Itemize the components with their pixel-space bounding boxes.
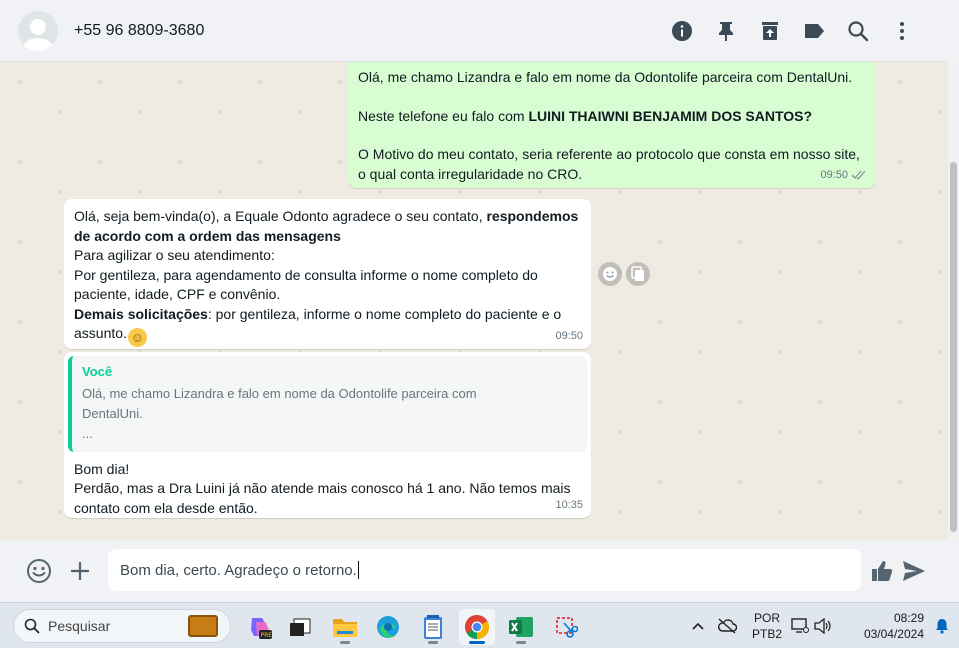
emoji-icon[interactable]: [19, 551, 59, 591]
message-composer: Bom dia, certo. Agradeço o retorno.: [0, 540, 948, 602]
message-text-normal: Neste telefone eu falo com: [358, 107, 529, 124]
header-actions: [660, 0, 924, 62]
search-placeholder: Pesquisar: [48, 618, 111, 634]
language-code: POR: [753, 611, 780, 625]
message-time: 10:35: [555, 498, 583, 511]
message-meta: 10:35: [555, 496, 583, 516]
clock-date: 03/04/2024: [863, 627, 924, 641]
window-edge: [948, 0, 959, 62]
notification-bell-icon[interactable]: [930, 618, 954, 634]
incoming-message[interactable]: Olá, seja bem-vinda(o), a Equale Odonto …: [64, 199, 591, 349]
notepad-icon[interactable]: [415, 609, 451, 645]
attach-plus-icon[interactable]: [60, 551, 100, 591]
snipping-tool-icon[interactable]: [548, 609, 584, 645]
double-check-icon: [851, 170, 866, 181]
system-tray: POR PTB2 08:29 03/04/2024: [688, 603, 954, 648]
emoji-react-icon[interactable]: [598, 262, 622, 286]
running-indicator: [428, 641, 438, 644]
info-icon[interactable]: [660, 9, 704, 53]
message-text-bold: Demais solicitações: [74, 305, 208, 322]
quote-text: Olá, me chamo Lizandra e falo em nome da…: [82, 385, 477, 401]
search-icon[interactable]: [836, 9, 880, 53]
message-text: Olá, me chamo Lizandra e falo em nome da…: [358, 69, 853, 85]
quote-text: ...: [82, 425, 93, 441]
message-input[interactable]: Bom dia, certo. Agradeço o retorno.: [108, 549, 861, 591]
message-text-bold: respondemos: [486, 208, 579, 224]
volume-icon[interactable]: [812, 618, 834, 634]
quoted-message[interactable]: Você Olá, me chamo Lizandra e falo em no…: [68, 356, 587, 452]
windows-taskbar: Pesquisar PRE POR PTB2 08:29 03/04/2024: [0, 602, 959, 648]
copilot-icon[interactable]: PRE: [242, 609, 278, 645]
message-text: O Motivo do meu contato, seria referente…: [358, 146, 860, 162]
archive-icon[interactable]: [748, 9, 792, 53]
message-meta: 09:50: [555, 327, 583, 347]
pin-icon[interactable]: [704, 9, 748, 53]
message-text-bold: de acordo com a ordem das mensagens: [74, 227, 341, 244]
chat-header: +55 96 8809-3680: [0, 0, 948, 62]
message-hover-actions: [598, 262, 650, 286]
message-text-normal: Olá, seja bem-vinda(o), a Equale Odonto …: [74, 208, 487, 224]
file-explorer-icon[interactable]: [327, 609, 363, 645]
keyboard-layout: PTB2: [751, 627, 782, 641]
contact-name[interactable]: +55 96 8809-3680: [74, 22, 204, 40]
contact-avatar[interactable]: [18, 10, 58, 51]
incoming-message[interactable]: Você Olá, me chamo Lizandra e falo em no…: [64, 352, 591, 518]
message-text: Olá, seja bem-vinda(o), a Equale Odonto …: [74, 207, 581, 227]
outgoing-message[interactable]: Olá, me chamo Lizandra e falo em nome da…: [348, 62, 875, 188]
message-text: Por gentileza, para agendamento de consu…: [74, 266, 538, 283]
relieved-emoji-icon: ☺: [127, 328, 147, 347]
message-text: assunto. ☺: [74, 324, 581, 347]
language-indicator[interactable]: POR PTB2: [746, 610, 788, 642]
label-icon[interactable]: [792, 9, 836, 53]
text-caret: [357, 561, 359, 579]
message-text-normal: assunto.: [74, 325, 127, 341]
message-meta: 09:50: [820, 166, 867, 186]
task-view-icon[interactable]: [282, 609, 318, 645]
cloud-off-icon[interactable]: [708, 618, 746, 634]
message-input-value: Bom dia, certo. Agradeço o retorno.: [120, 561, 357, 579]
running-indicator: [469, 641, 485, 644]
message-text: Para agilizar o seu atendimento:: [74, 247, 275, 263]
message-text-normal: : por gentileza, informe o nome completo…: [207, 305, 562, 322]
message-text: o qual conta irregularidade no CRO.: [358, 165, 583, 182]
chat-scrollbar[interactable]: [948, 62, 959, 540]
message-text: contato com ela desde então.: [74, 499, 258, 516]
running-indicator: [340, 641, 350, 644]
chat-area: Olá, me chamo Lizandra e falo em nome da…: [0, 62, 948, 540]
monitor-icon[interactable]: [788, 618, 812, 634]
forward-icon[interactable]: [626, 262, 650, 286]
window-edge: [948, 540, 959, 602]
running-indicator: [516, 641, 526, 644]
menu-icon[interactable]: [880, 9, 924, 53]
search-icon: [24, 618, 40, 634]
clock[interactable]: 08:29 03/04/2024: [842, 610, 924, 642]
scrollbar-thumb[interactable]: [950, 162, 957, 532]
excel-icon[interactable]: [503, 609, 539, 645]
send-icon[interactable]: [894, 551, 934, 591]
message-text: Demais solicitações: por gentileza, info…: [74, 305, 581, 325]
briefcase-icon: [188, 615, 218, 637]
clock-time: 08:29: [893, 611, 924, 625]
message-time: 09:50: [555, 329, 583, 342]
chrome-browser-icon[interactable]: [459, 609, 495, 645]
quote-text: DentalUni.: [82, 405, 143, 421]
message-time: 09:50: [820, 168, 848, 181]
quote-author: Você: [82, 364, 113, 379]
taskbar-search[interactable]: Pesquisar: [13, 609, 231, 643]
message-text: Perdão, mas a Dra Luini já não atende ma…: [74, 480, 571, 496]
edge-browser-icon[interactable]: [370, 609, 406, 645]
message-text: Neste telefone eu falo com LUINI THAIWNI…: [358, 107, 865, 127]
message-text-bold: LUINI THAIWNI BENJAMIM DOS SANTOS?: [528, 107, 813, 124]
message-text: paciente, idade, CPF e convênio.: [74, 286, 281, 302]
message-text: Bom dia!: [74, 460, 130, 477]
svg-text:PRE: PRE: [261, 632, 273, 639]
chevron-up-icon[interactable]: [688, 622, 708, 630]
